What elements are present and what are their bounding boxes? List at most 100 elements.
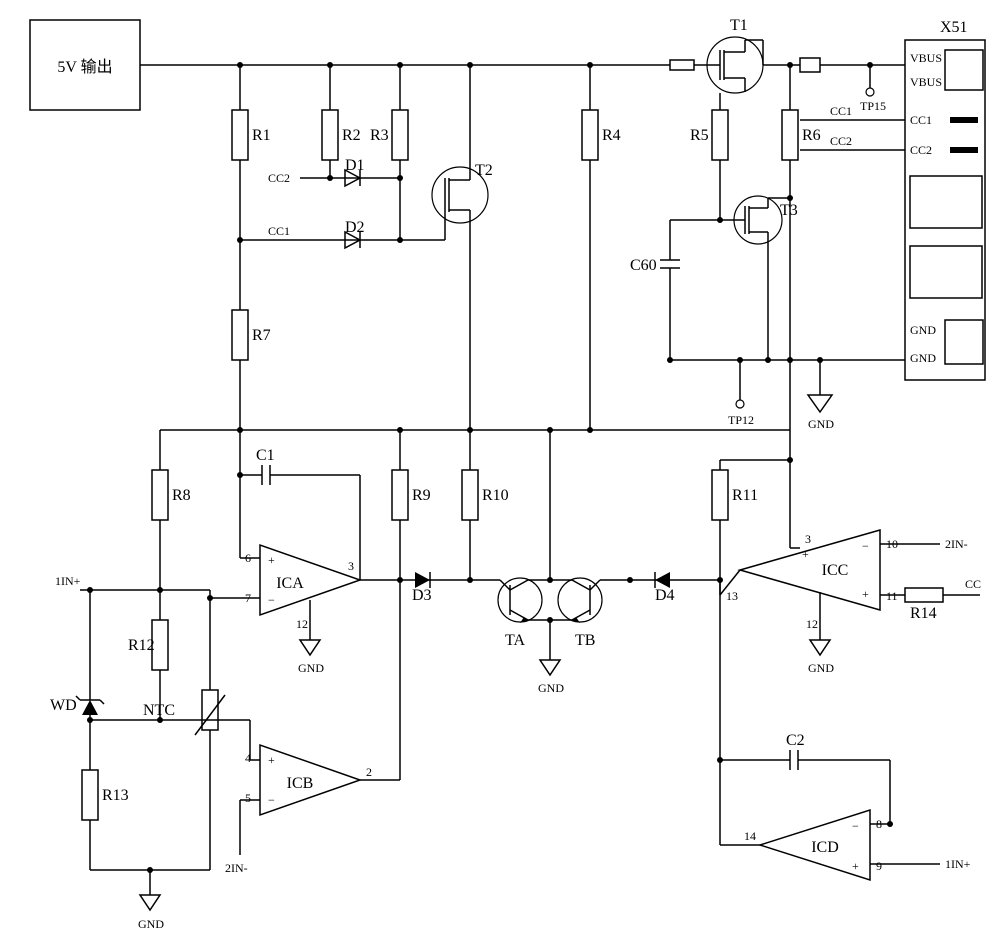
svg-text:CC2: CC2 [910,143,932,157]
svg-text:+: + [268,553,275,567]
wd-label: WD [50,697,77,714]
c1-label: C1 [256,447,275,464]
cc1-d2-label: CC1 [268,224,290,238]
d2-label: D2 [345,219,365,236]
in1p-left: 1IN+ [55,574,81,588]
cap-c2 [790,750,798,770]
r6-icon [782,110,798,160]
circuit-diagram: 5V 输出 T1 TP15 X51 VBUS VBUS CC1 CC2 D- D… [0,0,1000,940]
transistor-t3 [720,195,793,363]
svg-text:+: + [862,587,869,601]
icb-label: ICB [287,775,314,792]
gnd-icc-icon [810,640,830,655]
svg-text:VBUS: VBUS [910,51,942,65]
svg-text:CC1: CC1 [910,113,932,127]
svg-text:−: − [852,819,859,833]
r3-icon [392,110,408,160]
r3-label: R3 [370,127,389,144]
ntc-icon [195,690,225,735]
r13-icon [82,770,98,820]
x51-title: X51 [940,19,968,36]
gnd-ica-label: GND [298,661,324,675]
tb-label: TB [575,632,595,649]
r7-icon [232,310,248,360]
r1-label: R1 [252,127,271,144]
gnd-icc-label: GND [808,661,834,675]
r8-label: R8 [172,487,191,504]
icd-label: ICD [811,839,839,856]
in2n-left: 2IN- [225,861,248,875]
tp12-label: TP12 [728,413,754,427]
svg-text:5: 5 [245,791,251,805]
svg-text:3: 3 [348,559,354,573]
tp15-label: TP15 [860,99,886,113]
r8-icon [152,470,168,520]
svg-text:GND: GND [910,323,936,337]
gnd-tab-label: GND [538,681,564,695]
r12-label: R12 [128,637,155,654]
r2-icon [322,110,338,160]
svg-text:−: − [862,539,869,553]
ntc-label: NTC [143,702,175,719]
svg-text:VBUS: VBUS [910,75,942,89]
svg-text:−: − [268,593,275,607]
r10-label: R10 [482,487,509,504]
diode-d3 [415,572,430,588]
in2n-right: 2IN- [945,537,968,551]
diode-d4 [655,572,670,588]
r14-label: R14 [910,605,937,622]
svg-text:11: 11 [886,589,898,603]
cap-c1 [262,465,270,485]
diode-d2 [240,232,400,248]
r6-label: R6 [802,127,821,144]
r4-label: R4 [602,127,621,144]
in1p-right: 1IN+ [945,857,971,871]
fuse-icon [670,60,694,70]
r14-icon [905,588,943,602]
gnd-bottom-left [140,895,160,910]
c2-label: C2 [786,732,805,749]
transistor-t2 [430,62,488,430]
gnd-bl-label: GND [138,917,164,931]
svg-text:4: 4 [245,751,251,765]
r5-icon [712,110,728,160]
r2-label: R2 [342,127,361,144]
ica-label: ICA [276,575,304,592]
icc-label: ICC [822,562,849,579]
cc2-d1-label: CC2 [268,171,290,185]
svg-text:+: + [268,753,275,767]
r9-icon [392,470,408,520]
cc-out-label: CC [965,577,981,591]
svg-text:12: 12 [806,617,818,631]
svg-text:14: 14 [744,829,756,843]
source-label: 5V 输出 [57,58,112,76]
svg-text:3: 3 [805,532,811,546]
d3-label: D3 [412,587,432,604]
series-res-icon [800,58,820,72]
svg-text:13: 13 [726,589,738,603]
r9-label: R9 [412,487,431,504]
svg-text:2: 2 [366,765,372,779]
cc2-wire-label: CC2 [830,134,852,148]
transistor-t1 [705,37,800,93]
gnd-icon-right [808,360,832,412]
r4-icon [582,110,598,160]
r1-icon [232,110,248,160]
ta-label: TA [505,632,525,649]
tp15-node [866,88,874,96]
t2-label: T2 [475,162,493,179]
r5-label: R5 [690,127,709,144]
tp12-node [736,400,744,408]
c60-label: C60 [630,257,657,274]
gnd-ica-icon [300,640,320,655]
r13-label: R13 [102,787,129,804]
svg-text:9: 9 [876,859,882,873]
svg-text:+: + [802,547,809,561]
svg-text:12: 12 [296,617,308,631]
svg-text:+: + [852,859,859,873]
svg-text:−: − [268,793,275,807]
r10-icon [462,470,478,520]
t3-label: T3 [780,202,798,219]
d1-label: D1 [345,157,365,174]
r7-label: R7 [252,327,271,344]
